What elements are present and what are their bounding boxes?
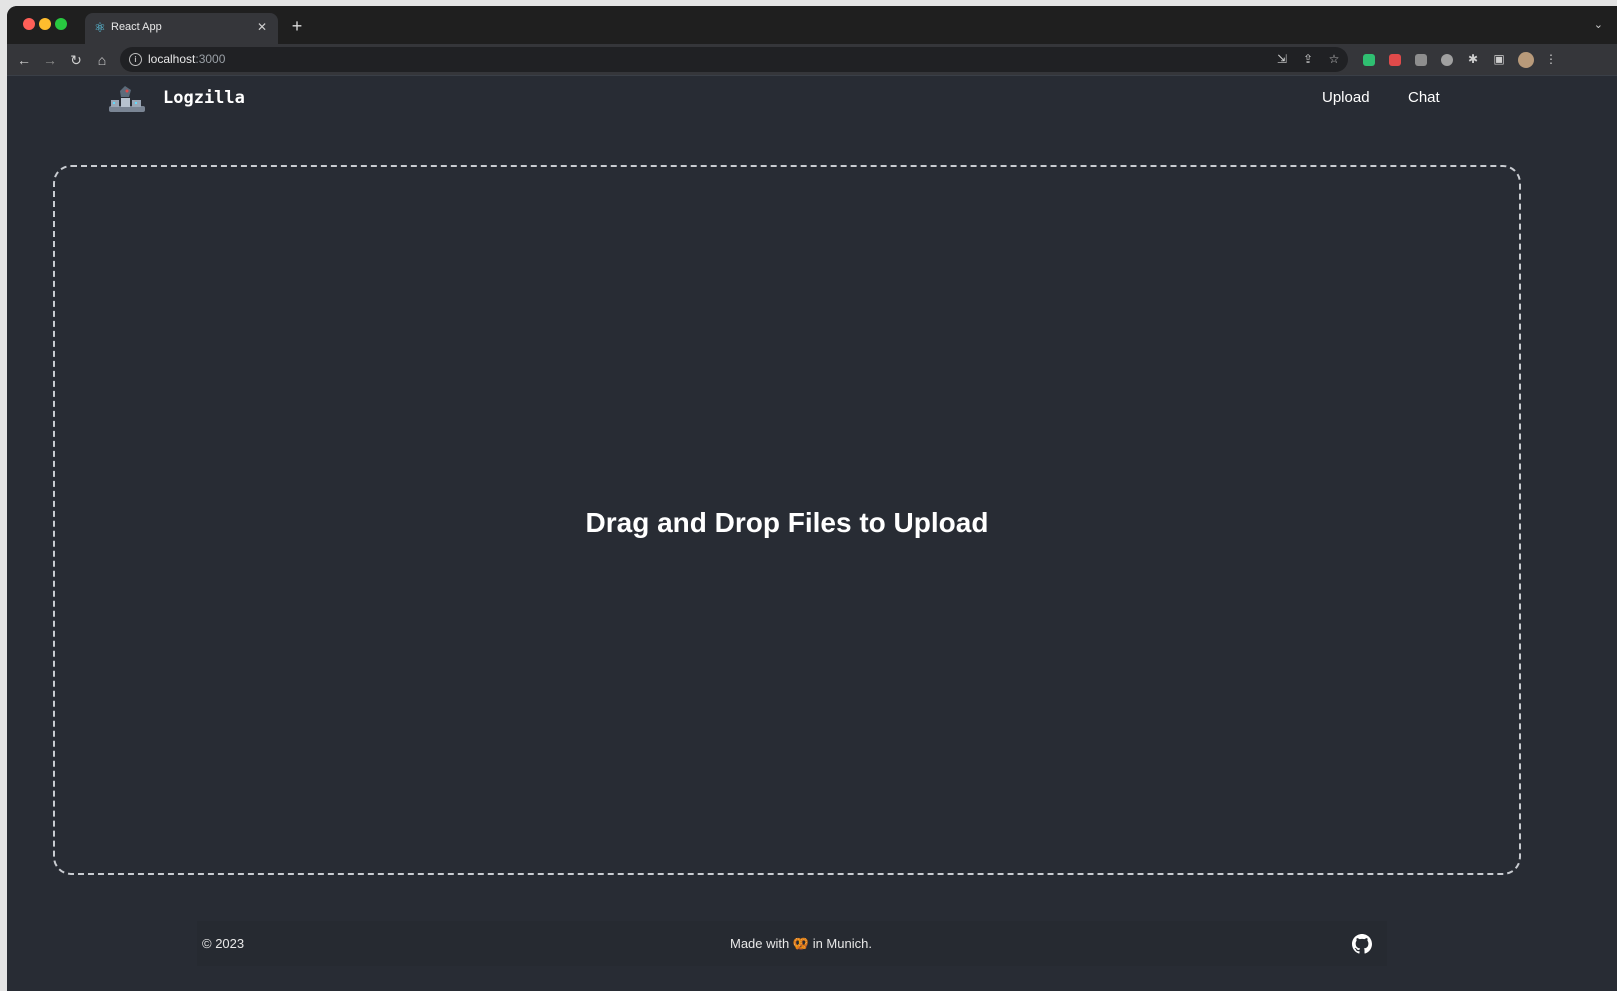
profile-avatar[interactable] xyxy=(1518,52,1534,68)
logzilla-logo-icon xyxy=(109,86,145,112)
browser-toolbar: ← → ↻ ⌂ i localhost:3000 ⇲ ⇪ ☆ ✱ ▣ ⋮ xyxy=(7,44,1617,75)
close-window-button[interactable] xyxy=(23,18,35,30)
new-tab-button[interactable]: + xyxy=(287,16,307,36)
extensions-puzzle-icon[interactable]: ✱ xyxy=(1465,51,1481,67)
tab-search-chevron-icon[interactable]: ⌄ xyxy=(1594,18,1603,31)
nav-chat-link[interactable]: Chat xyxy=(1408,89,1440,106)
tab-title: React App xyxy=(111,21,162,33)
minimize-window-button[interactable] xyxy=(39,18,51,30)
github-icon[interactable] xyxy=(1352,934,1372,954)
maximize-window-button[interactable] xyxy=(55,18,67,30)
app-page: Logzilla Upload Chat Drag and Drop Files… xyxy=(7,75,1617,991)
bookmark-star-icon[interactable]: ☆ xyxy=(1326,51,1342,67)
reload-button[interactable]: ↻ xyxy=(66,50,86,70)
share-icon[interactable]: ⇪ xyxy=(1300,51,1316,67)
dropzone-label: Drag and Drop Files to Upload xyxy=(585,507,989,538)
footer: © 2023 Made with 🥨 in Munich. xyxy=(197,921,1387,966)
url-host: localhost xyxy=(148,52,196,66)
address-bar[interactable]: i localhost:3000 ⇲ ⇪ ☆ xyxy=(120,47,1348,72)
tab-strip: ⚛ React App ✕ + ⌄ xyxy=(7,6,1617,44)
file-dropzone[interactable]: Drag and Drop Files to Upload xyxy=(53,165,1521,875)
extension-icon-red[interactable] xyxy=(1389,54,1401,66)
browser-menu-icon[interactable]: ⋮ xyxy=(1543,51,1559,67)
footer-made-with: Made with 🥨 in Munich. xyxy=(730,936,872,952)
close-tab-icon[interactable]: ✕ xyxy=(254,19,270,35)
made-with-suffix: in Munich. xyxy=(812,936,872,951)
install-icon[interactable]: ⇲ xyxy=(1274,51,1290,67)
made-with-prefix: Made with xyxy=(730,936,790,951)
browser-tab[interactable]: ⚛ React App ✕ xyxy=(85,13,278,44)
footer-copyright: © 2023 xyxy=(202,936,245,951)
nav-upload-link[interactable]: Upload xyxy=(1322,89,1370,106)
site-info-icon[interactable]: i xyxy=(129,53,142,66)
back-button[interactable]: ← xyxy=(14,50,34,70)
react-icon: ⚛ xyxy=(94,20,106,35)
extension-icon-green[interactable] xyxy=(1363,54,1375,66)
pretzel-icon: 🥨 xyxy=(792,936,810,951)
browser-window: ⚛ React App ✕ + ⌄ ← → ↻ ⌂ i localhost:30… xyxy=(7,6,1617,991)
url-port: :3000 xyxy=(195,52,226,66)
home-button[interactable]: ⌂ xyxy=(92,50,112,70)
forward-button[interactable]: → xyxy=(40,50,60,70)
side-panel-icon[interactable]: ▣ xyxy=(1491,51,1507,67)
url-text[interactable]: localhost:3000 xyxy=(148,52,225,66)
brand-name[interactable]: Logzilla xyxy=(163,88,245,108)
extension-icon-circle[interactable] xyxy=(1441,54,1453,66)
extension-icon-shield[interactable] xyxy=(1415,54,1427,66)
